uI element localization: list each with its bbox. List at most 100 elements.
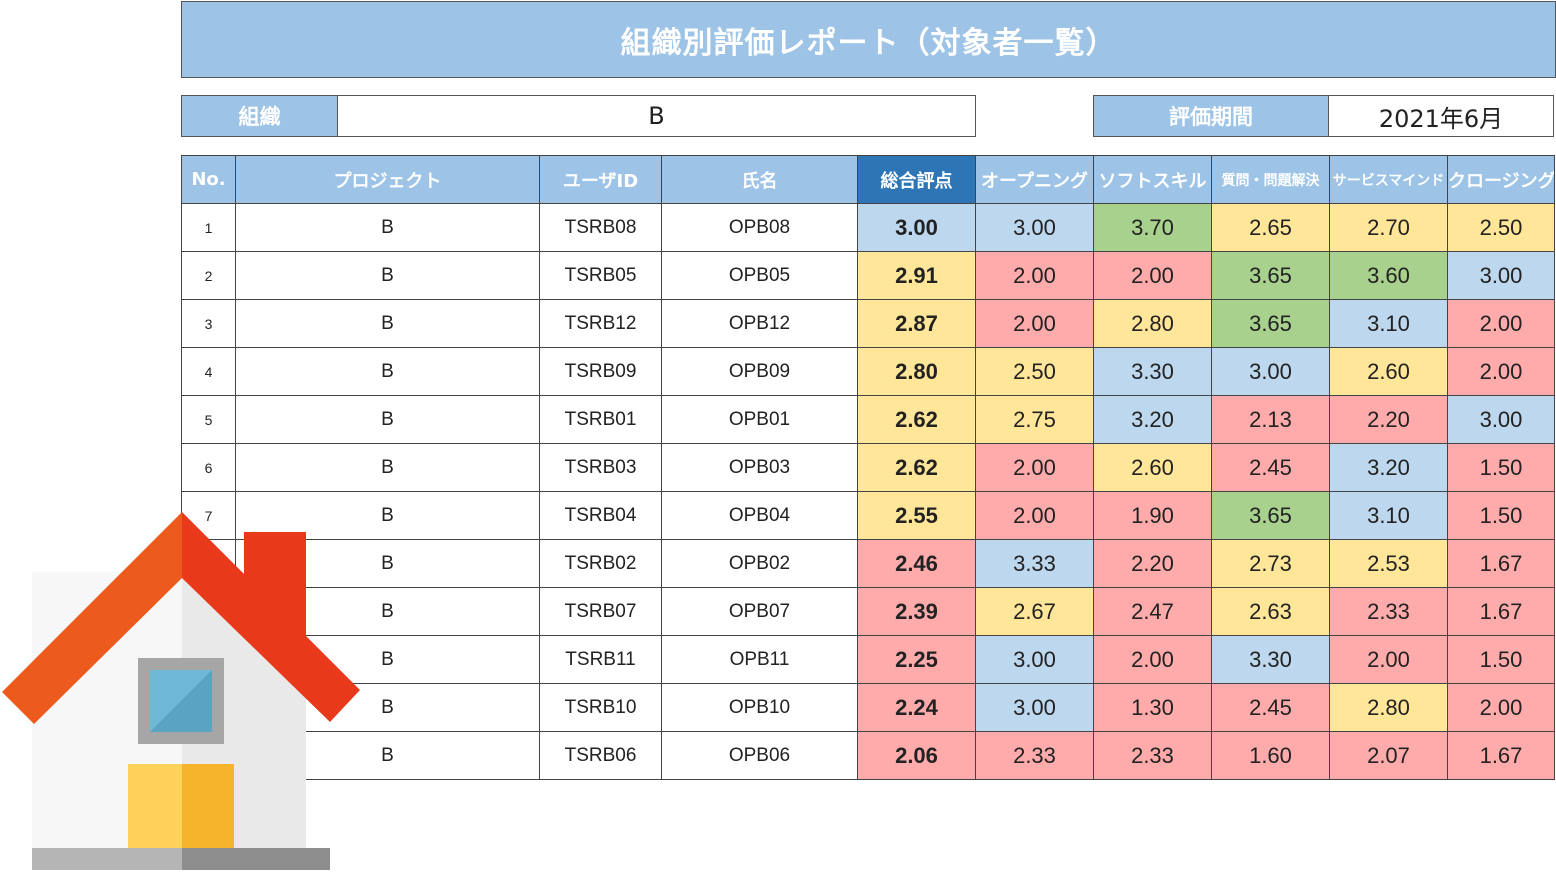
cell-softskill-score: 2.00 (1093, 635, 1212, 684)
cell-total-score: 2.55 (857, 491, 976, 540)
cell-total-score: 2.06 (857, 731, 976, 780)
cell-question-score: 2.63 (1211, 587, 1330, 636)
cell-no: 4 (181, 347, 236, 396)
cell-question-score: 2.45 (1211, 443, 1330, 492)
cell-name: OPB04 (661, 491, 858, 540)
cell-service-mind-score: 3.10 (1329, 491, 1448, 540)
cell-user-id: TSRB01 (539, 395, 662, 444)
cell-service-mind-score: 2.00 (1329, 635, 1448, 684)
cell-total-score: 3.00 (857, 203, 976, 252)
cell-softskill-score: 2.80 (1093, 299, 1212, 348)
cell-question-score: 2.65 (1211, 203, 1330, 252)
cell-user-id: TSRB12 (539, 299, 662, 348)
cell-softskill-score: 1.30 (1093, 683, 1212, 732)
cell-project: B (235, 251, 540, 300)
table-row[interactable]: 5 B TSRB01 OPB01 2.62 2.75 3.20 2.13 2.20 3.00 (181, 395, 1555, 444)
cell-question-score: 3.65 (1211, 299, 1330, 348)
col-header-name[interactable]: 氏名 (661, 155, 858, 204)
cell-name: OPB08 (661, 203, 858, 252)
col-header-total[interactable]: 総合評点 (857, 155, 976, 204)
cell-no: 2 (181, 251, 236, 300)
table-row[interactable]: 4 B TSRB09 OPB09 2.80 2.50 3.30 3.00 2.60 2.00 (181, 347, 1555, 396)
cell-question-score: 2.13 (1211, 395, 1330, 444)
cell-opening-score: 3.33 (975, 539, 1094, 588)
cell-user-id: TSRB03 (539, 443, 662, 492)
cell-service-mind-score: 2.20 (1329, 395, 1448, 444)
cell-name: OPB12 (661, 299, 858, 348)
cell-softskill-score: 3.30 (1093, 347, 1212, 396)
cell-no: 1 (181, 203, 236, 252)
cell-user-id: TSRB06 (539, 731, 662, 780)
org-label: 組織 (181, 95, 338, 137)
cell-closing-score: 2.00 (1447, 683, 1555, 732)
cell-opening-score: 2.00 (975, 299, 1094, 348)
cell-total-score: 2.62 (857, 395, 976, 444)
cell-total-score: 2.91 (857, 251, 976, 300)
col-header-question[interactable]: 質問・問題解決 (1211, 155, 1330, 204)
cell-question-score: 2.73 (1211, 539, 1330, 588)
cell-question-score: 3.65 (1211, 491, 1330, 540)
cell-total-score: 2.46 (857, 539, 976, 588)
table-row[interactable]: B TSRB10 OPB10 2.24 3.00 1.30 2.45 2.80 2.00 (181, 683, 1555, 732)
col-header-service-mind[interactable]: サービスマインド (1329, 155, 1448, 204)
home-icon (2, 512, 360, 870)
cell-opening-score: 3.00 (975, 635, 1094, 684)
cell-closing-score: 1.67 (1447, 539, 1555, 588)
table-row[interactable]: 2 B TSRB05 OPB05 2.91 2.00 2.00 3.65 3.60 3.00 (181, 251, 1555, 300)
table-row[interactable]: B TSRB06 OPB06 2.06 2.33 2.33 1.60 2.07 1.67 (181, 731, 1555, 780)
cell-closing-score: 1.50 (1447, 443, 1555, 492)
period-value[interactable]: 2021年6月 (1329, 95, 1554, 137)
cell-user-id: TSRB08 (539, 203, 662, 252)
cell-softskill-score: 3.20 (1093, 395, 1212, 444)
house-door-left (128, 764, 182, 850)
cell-closing-score: 1.67 (1447, 587, 1555, 636)
cell-opening-score: 2.00 (975, 443, 1094, 492)
org-value[interactable]: B (338, 95, 976, 137)
table-row[interactable]: 7 B TSRB04 OPB04 2.55 2.00 1.90 3.65 3.10 1.50 (181, 491, 1555, 540)
cell-question-score: 2.45 (1211, 683, 1330, 732)
cell-no: 3 (181, 299, 236, 348)
col-header-no[interactable]: No. (181, 155, 236, 204)
cell-opening-score: 2.67 (975, 587, 1094, 636)
cell-user-id: TSRB05 (539, 251, 662, 300)
cell-opening-score: 2.00 (975, 491, 1094, 540)
cell-closing-score: 3.00 (1447, 395, 1555, 444)
house-step-right (182, 848, 330, 870)
col-header-softskill[interactable]: ソフトスキル (1093, 155, 1212, 204)
col-header-user-id[interactable]: ユーザID (539, 155, 662, 204)
cell-closing-score: 3.00 (1447, 251, 1555, 300)
cell-total-score: 2.24 (857, 683, 976, 732)
col-header-project[interactable]: プロジェクト (235, 155, 540, 204)
cell-total-score: 2.25 (857, 635, 976, 684)
cell-name: OPB07 (661, 587, 858, 636)
table-row[interactable]: 1 B TSRB08 OPB08 3.00 3.00 3.70 2.65 2.70 2.50 (181, 203, 1555, 252)
cell-service-mind-score: 2.07 (1329, 731, 1448, 780)
col-header-closing[interactable]: クロージング (1447, 155, 1555, 204)
col-header-opening[interactable]: オープニング (975, 155, 1094, 204)
cell-question-score: 3.65 (1211, 251, 1330, 300)
cell-softskill-score: 2.47 (1093, 587, 1212, 636)
cell-opening-score: 2.33 (975, 731, 1094, 780)
table-row[interactable]: B TSRB07 OPB07 2.39 2.67 2.47 2.63 2.33 1.67 (181, 587, 1555, 636)
cell-user-id: TSRB02 (539, 539, 662, 588)
table-row[interactable]: 6 B TSRB03 OPB03 2.62 2.00 2.60 2.45 3.20 1.50 (181, 443, 1555, 492)
cell-softskill-score: 2.60 (1093, 443, 1212, 492)
cell-closing-score: 2.50 (1447, 203, 1555, 252)
table-row[interactable]: 3 B TSRB12 OPB12 2.87 2.00 2.80 3.65 3.10 2.00 (181, 299, 1555, 348)
cell-project: B (235, 395, 540, 444)
table-row[interactable]: B TSRB11 OPB11 2.25 3.00 2.00 3.30 2.00 1.50 (181, 635, 1555, 684)
cell-total-score: 2.62 (857, 443, 976, 492)
cell-service-mind-score: 3.10 (1329, 299, 1448, 348)
cell-service-mind-score: 2.33 (1329, 587, 1448, 636)
cell-service-mind-score: 2.53 (1329, 539, 1448, 588)
cell-closing-score: 2.00 (1447, 347, 1555, 396)
cell-name: OPB03 (661, 443, 858, 492)
cell-opening-score: 2.75 (975, 395, 1094, 444)
cell-opening-score: 3.00 (975, 203, 1094, 252)
table-header-row: No. プロジェクト ユーザID 氏名 総合評点 オープニング ソフトスキル 質… (181, 155, 1555, 204)
cell-softskill-score: 2.33 (1093, 731, 1212, 780)
table-row[interactable]: B TSRB02 OPB02 2.46 3.33 2.20 2.73 2.53 1.67 (181, 539, 1555, 588)
cell-service-mind-score: 2.70 (1329, 203, 1448, 252)
house-door-right (182, 764, 234, 850)
cell-softskill-score: 2.00 (1093, 251, 1212, 300)
